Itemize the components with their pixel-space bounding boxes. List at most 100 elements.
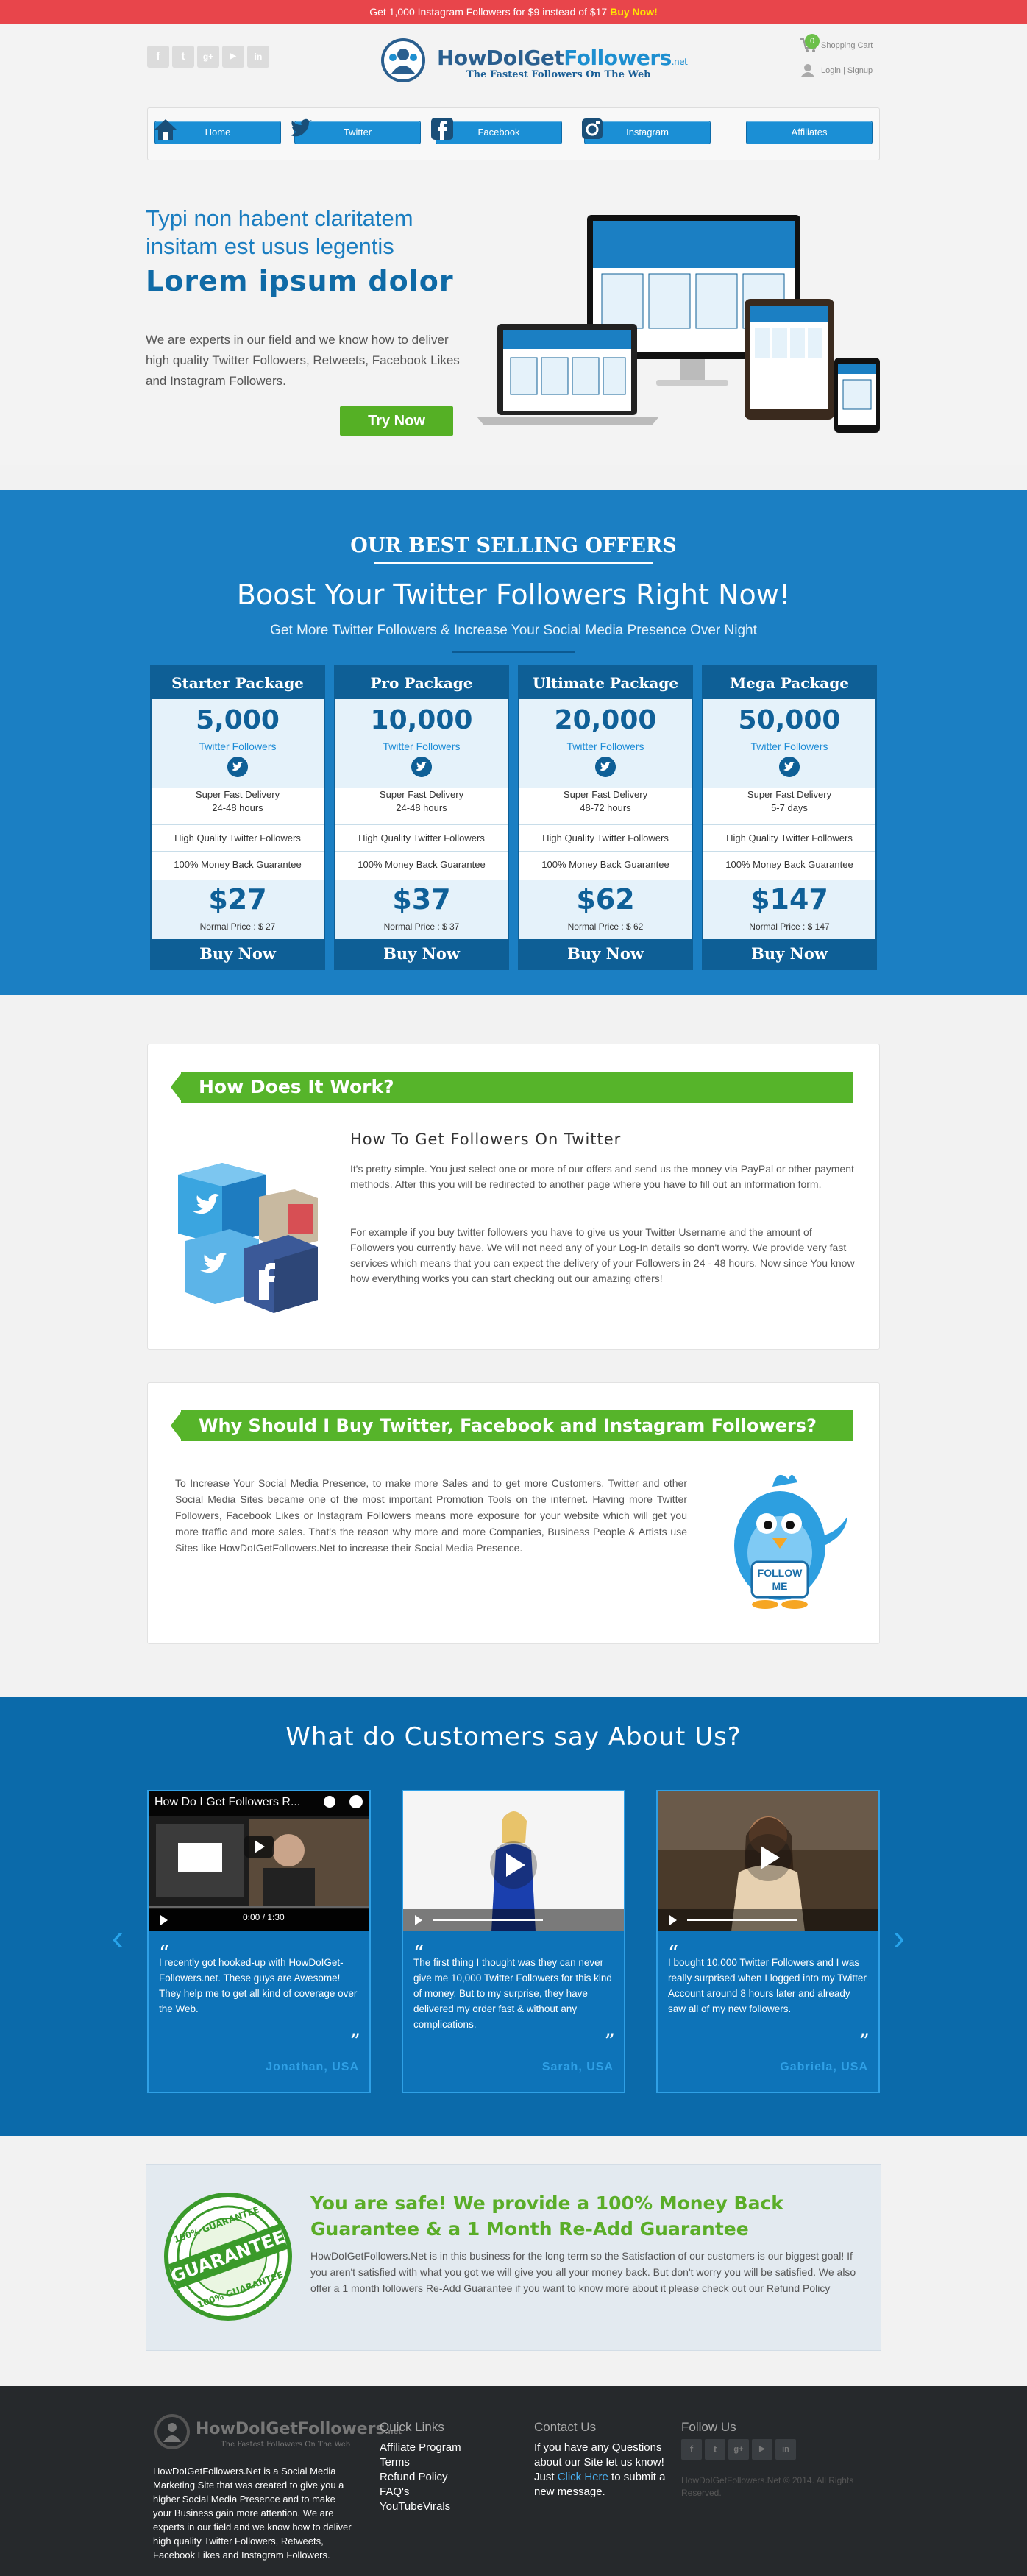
package-price: $37: [392, 883, 451, 916]
nav-twitter-label: Twitter: [343, 127, 372, 138]
copyright: HowDoIGetFollowers.Net © 2014. All Right…: [681, 2475, 854, 2498]
instagram-icon: [582, 118, 603, 139]
facebook-icon: [431, 118, 453, 140]
package-normal-price: Normal Price : $ 62: [567, 921, 644, 932]
package-unit: Twitter Followers: [566, 740, 644, 752]
twitter-icon[interactable]: t: [705, 2439, 725, 2460]
buy-now-button[interactable]: Buy Now: [335, 939, 508, 969]
package-name: Mega Package: [703, 667, 875, 699]
quick-links-title: Quick Links: [380, 2420, 444, 2434]
package-normal-price: Normal Price : $ 147: [749, 921, 830, 932]
close-quote-icon: ”: [859, 2029, 870, 2053]
testimonial-quote: I recently got hooked-up with HowDoIGet-…: [159, 1957, 358, 2014]
devices-mockup-image: [477, 215, 880, 433]
how-paragraph-1: It's pretty simple. You just select one …: [350, 1163, 854, 1190]
try-now-button[interactable]: Try Now: [340, 406, 453, 436]
hero-subheading: Lorem ipsum dolor: [146, 265, 454, 297]
video-title[interactable]: How Do I Get Followers R...: [154, 1796, 302, 1809]
package-unit: Twitter Followers: [383, 740, 461, 752]
package-quality: High Quality Twitter Followers: [703, 824, 875, 851]
login-signup-link[interactable]: Login | Signup: [821, 66, 873, 75]
package-price: $62: [576, 883, 635, 916]
package-unit: Twitter Followers: [750, 740, 828, 752]
footer-logo-bold: Followers: [297, 2420, 385, 2438]
package-name: Ultimate Package: [519, 667, 692, 699]
linkedin-icon[interactable]: in: [775, 2439, 796, 2460]
carousel-next-arrow-icon[interactable]: ›: [893, 1921, 905, 1956]
footer-link-refund[interactable]: Refund Policy: [380, 2470, 461, 2485]
package-amount: 50,000: [738, 705, 841, 735]
youtube-icon[interactable]: ▶: [222, 46, 244, 68]
offers-subline: Get More Twitter Followers & Increase Yo…: [270, 623, 757, 638]
testimonial-card-1: How Do I Get Followers R... 0:00 / 1:30 …: [147, 1790, 371, 2093]
footer-link-faq[interactable]: FAQ's: [380, 2485, 461, 2499]
offers-divider: [452, 651, 575, 653]
package-guarantee: 100% Money Back Guarantee: [519, 851, 692, 877]
social-boxes-image: [178, 1163, 318, 1313]
guarantee-heading: You are safe! We provide a 100% Money Ba…: [310, 2193, 783, 2240]
contact-title: Contact Us: [534, 2420, 597, 2434]
footer-link-affiliate[interactable]: Affiliate Program: [380, 2441, 461, 2455]
package-guarantee: 100% Money Back Guarantee: [703, 851, 875, 877]
twitter-icon: [411, 757, 432, 777]
promo-buy-now-link[interactable]: Buy Now!: [610, 6, 658, 18]
buy-now-button[interactable]: Buy Now: [152, 939, 324, 969]
youtube-icon[interactable]: ▶: [752, 2439, 772, 2460]
close-quote-icon: ”: [349, 2029, 360, 2053]
twitter-icon: [227, 757, 248, 777]
twitter-icon: [595, 757, 616, 777]
testimonial-card-2: “ The first thing I thought was they can…: [402, 1790, 625, 2093]
how-paragraph-2: For example if you buy twitter followers…: [350, 1226, 855, 1284]
logo-icon[interactable]: [378, 37, 428, 84]
nav-affiliates-button[interactable]: Affiliates: [746, 121, 873, 144]
buy-now-button[interactable]: Buy Now: [519, 939, 692, 969]
package-delivery: Super Fast Delivery: [379, 789, 464, 800]
nav-home-label: Home: [205, 127, 231, 138]
user-icon: [801, 64, 814, 77]
facebook-icon[interactable]: f: [681, 2439, 702, 2460]
why-paragraph: To Increase Your Social Media Presence, …: [175, 1477, 687, 1554]
package-card-pro: Pro Package 10,000 Twitter Followers Sup…: [334, 665, 509, 970]
linkedin-icon[interactable]: in: [247, 46, 269, 68]
shopping-cart-link[interactable]: Shopping Cart: [821, 41, 873, 50]
logo-text[interactable]: HowDoIGetFollowers.net: [437, 46, 688, 70]
footer-link-youtubevirals[interactable]: YouTubeVirals: [380, 2499, 461, 2514]
video-player[interactable]: [149, 1791, 369, 1931]
package-card-mega: Mega Package 50,000 Twitter Followers Su…: [702, 665, 877, 970]
hero-line-2: insitam est usus legentis: [146, 233, 394, 259]
google-plus-icon[interactable]: g+: [728, 2439, 749, 2460]
google-plus-icon[interactable]: g+: [197, 46, 219, 68]
home-icon: [154, 119, 177, 140]
logo-bold: Followers: [564, 46, 672, 70]
promo-bar: Get 1,000 Instagram Followers for $9 ins…: [0, 0, 1027, 24]
testimonial-quote: I bought 10,000 Twitter Followers and I …: [668, 1957, 867, 2014]
logo-suffix: .net: [671, 57, 688, 67]
twitter-icon: [291, 118, 312, 137]
package-normal-price: Normal Price : $ 37: [383, 921, 460, 932]
facebook-icon[interactable]: f: [147, 46, 169, 68]
how-it-works-ribbon: How Does It Work?: [181, 1072, 853, 1103]
package-name: Starter Package: [152, 667, 324, 699]
testimonial-author: Gabriela, USA: [780, 2061, 868, 2073]
footer-link-terms[interactable]: Terms: [380, 2455, 461, 2470]
package-unit: Twitter Followers: [199, 740, 277, 752]
promo-text: Get 1,000 Instagram Followers for $9 ins…: [369, 6, 608, 18]
contact-text: If you have any Questions about our Site…: [534, 2441, 667, 2499]
buy-now-button[interactable]: Buy Now: [703, 939, 875, 969]
twitter-icon[interactable]: t: [172, 46, 194, 68]
hero-heading: Typi non habent claritatem insitam est u…: [146, 205, 484, 261]
package-amount: 5,000: [196, 705, 280, 735]
quick-links-list: Affiliate Program Terms Refund Policy FA…: [380, 2441, 461, 2514]
package-card-starter: Starter Package 5,000 Twitter Followers …: [150, 665, 325, 970]
video-player[interactable]: [658, 1791, 878, 1931]
close-quote-icon: ”: [604, 2029, 615, 2053]
footer-logo-prefix: HowDoIGet: [196, 2420, 298, 2438]
package-price: $27: [208, 883, 267, 916]
contact-click-here-link[interactable]: Click Here: [558, 2471, 608, 2483]
footer-logo-text[interactable]: HowDoIGetFollowers.net: [196, 2420, 402, 2438]
testimonials-heading: What do Customers say About Us?: [285, 1722, 742, 1752]
video-player[interactable]: [403, 1791, 624, 1931]
package-name: Pro Package: [335, 667, 508, 699]
carousel-prev-arrow-icon[interactable]: ‹: [112, 1921, 124, 1956]
bird-sign-follow: FOLLOW: [758, 1567, 803, 1579]
